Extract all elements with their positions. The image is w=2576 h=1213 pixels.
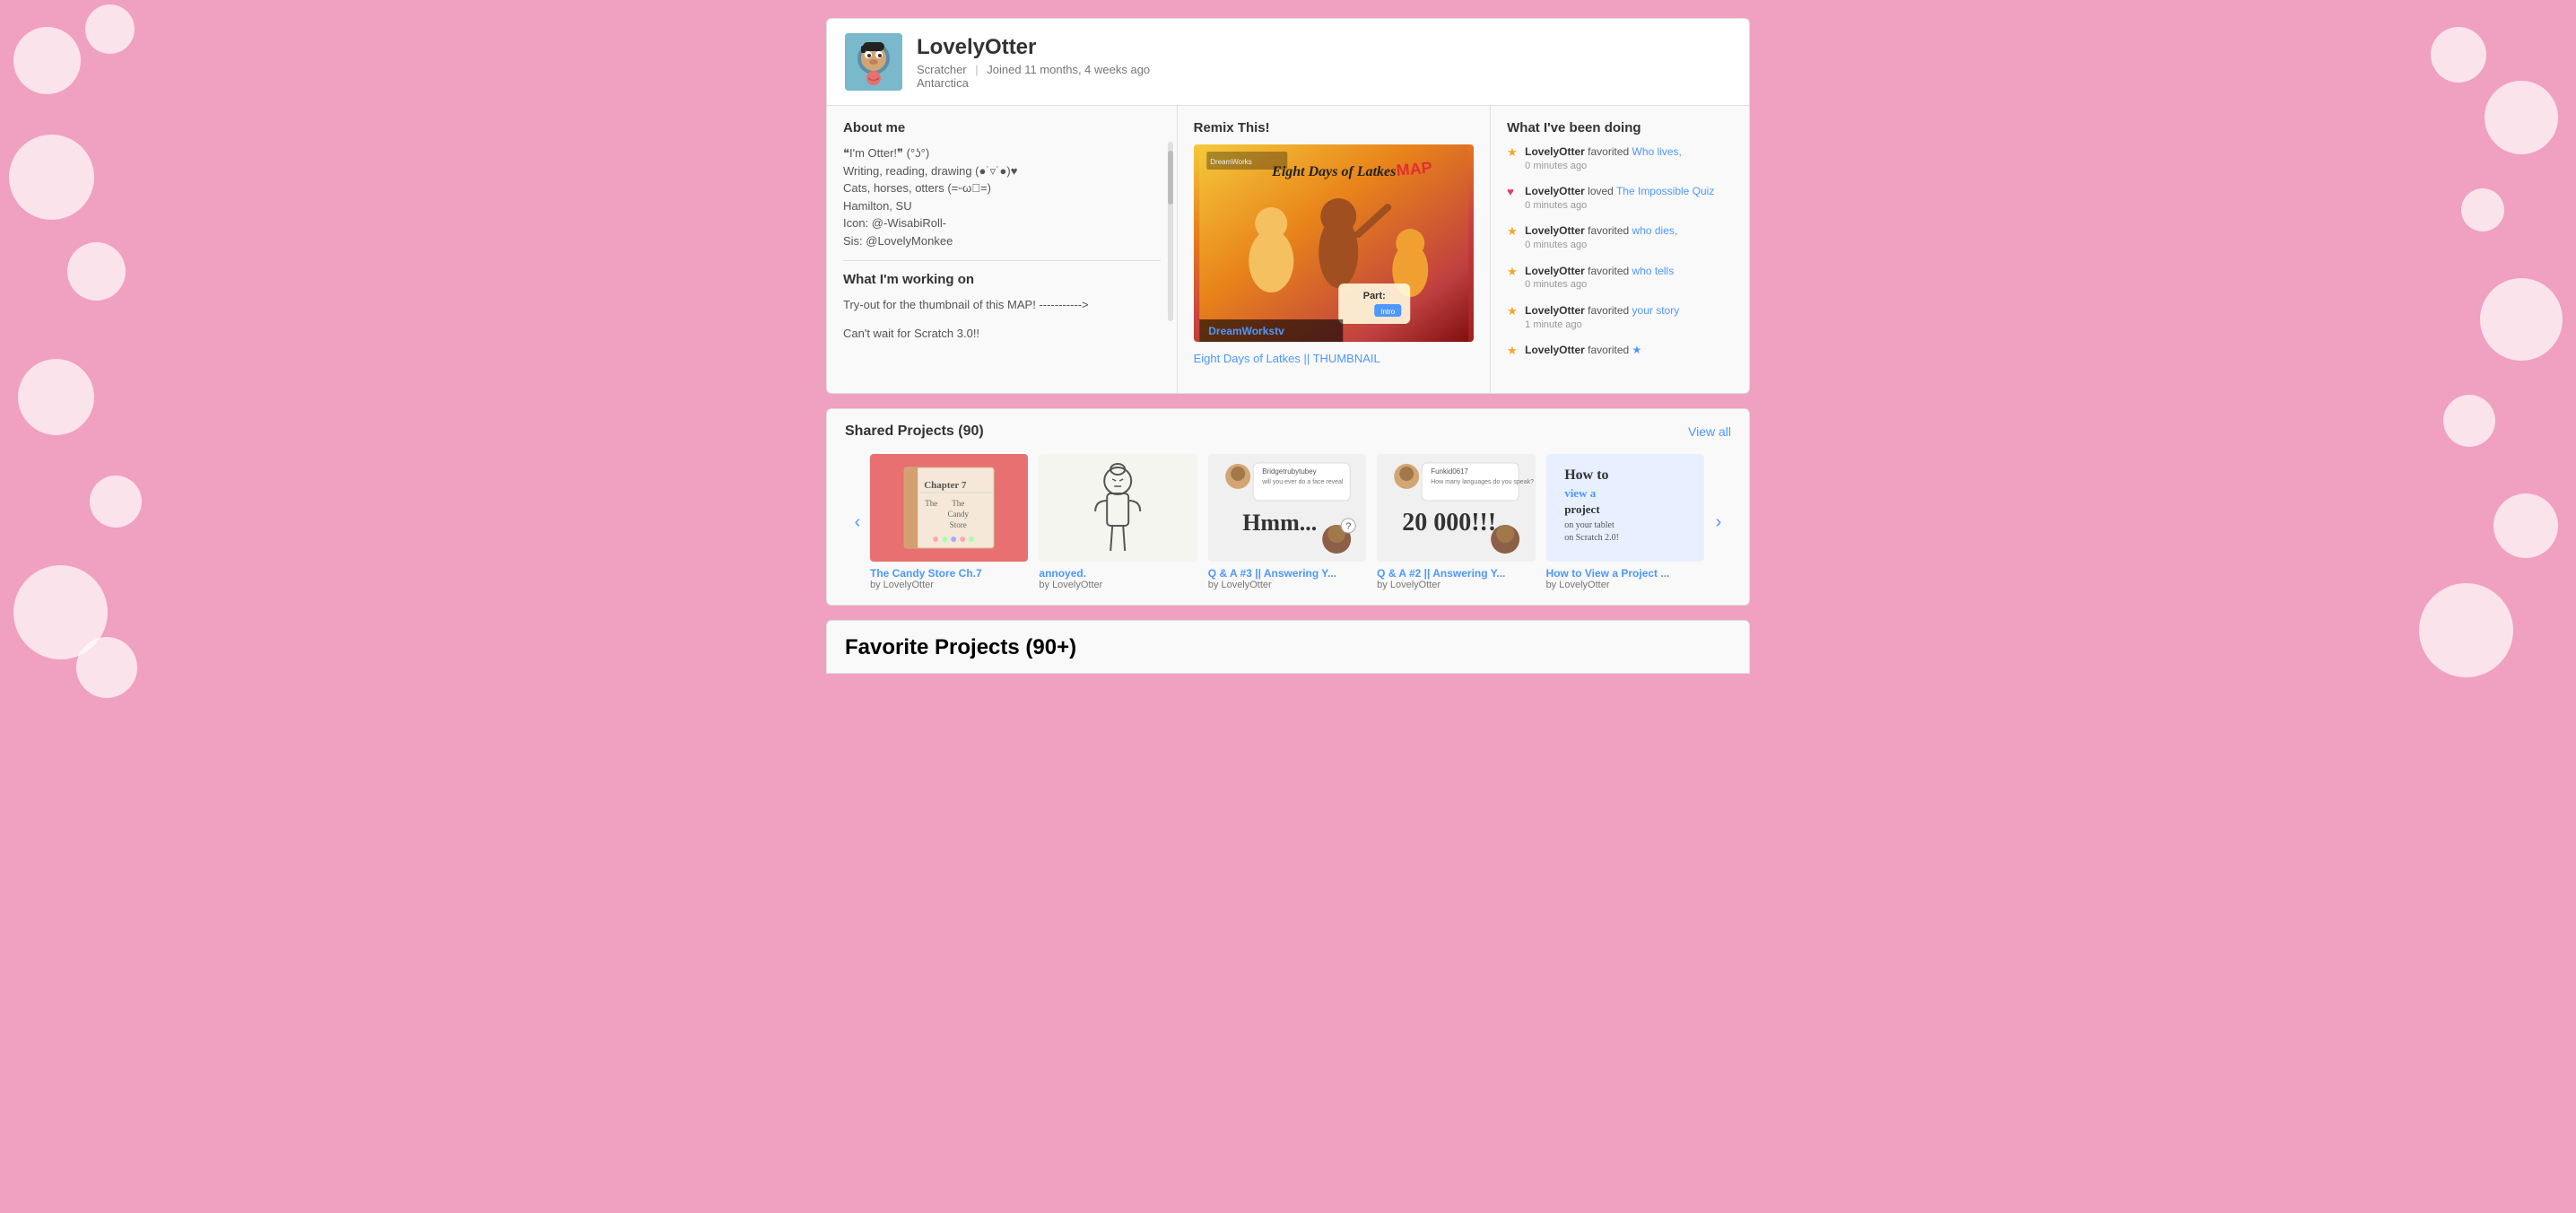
working-text: Try-out for the thumbnail of this MAP! -… (843, 296, 1161, 342)
remix-project-link[interactable]: Eight Days of Latkes || THUMBNAIL (1194, 352, 1380, 365)
username: LovelyOtter (917, 35, 1150, 60)
svg-text:Funkid0617: Funkid0617 (1431, 467, 1468, 476)
shared-projects-section: Shared Projects (90) View all ‹ (826, 408, 1750, 606)
remix-thumbnail[interactable]: Eight Days of Latkes MAP DreamWorks (1194, 144, 1475, 342)
bottom-section: Favorite Projects (90+) (826, 620, 1750, 674)
project-card: Chapter 7 The The Candy Store (870, 454, 1028, 590)
project-title[interactable]: annoyed. (1039, 567, 1197, 580)
role: Scratcher (917, 63, 967, 76)
svg-text:Eight Days of Latkes: Eight Days of Latkes (1271, 164, 1396, 179)
svg-text:The: The (952, 499, 964, 508)
activity-item: ★ LovelyOtter favorited who tells 0 minu… (1507, 264, 1733, 292)
star-icon: ★ (1507, 224, 1519, 237)
remix-column: Remix This! (1178, 106, 1492, 393)
project-author: by LovelyOtter (1208, 580, 1366, 590)
svg-text:project: project (1564, 502, 1600, 516)
star-icon: ★ (1507, 304, 1519, 317)
svg-text:Hmm...: Hmm... (1242, 510, 1317, 536)
avatar (845, 33, 902, 91)
profile-header: LovelyOtter Scratcher | Joined 11 months… (827, 19, 1749, 106)
page-wrapper: LovelyOtter Scratcher | Joined 11 months… (817, 0, 1759, 692)
svg-text:DreamWorkstv: DreamWorkstv (1208, 325, 1284, 337)
activity-item: ★ LovelyOtter favorited who dies, 0 minu… (1507, 223, 1733, 252)
star-icon: ★ (1507, 344, 1519, 356)
svg-text:Chapter 7: Chapter 7 (924, 480, 967, 491)
activity-link[interactable]: The Impossible Quiz (1616, 185, 1714, 197)
svg-text:The: The (925, 499, 937, 508)
project-card: How to view a project on your tablet on … (1546, 454, 1704, 590)
projects-row: ‹ Chapter 7 The T (845, 454, 1731, 590)
project-title[interactable]: How to View a Project ... (1546, 567, 1704, 580)
scrollbar[interactable] (1168, 142, 1173, 321)
shared-projects-title: Shared Projects (90) (845, 423, 984, 440)
svg-text:DreamWorks: DreamWorks (1210, 158, 1252, 166)
activity-link[interactable]: ★ (1632, 344, 1642, 356)
prev-arrow[interactable]: ‹ (845, 510, 870, 535)
activity-title: What I've been doing (1507, 120, 1733, 135)
activity-link[interactable]: who tells (1632, 265, 1675, 277)
activity-item: ♥ LovelyOtter loved The Impossible Quiz … (1507, 184, 1733, 213)
activity-link[interactable]: Who lives, (1632, 145, 1682, 158)
project-author: by LovelyOtter (1039, 580, 1197, 590)
project-title[interactable]: Q & A #2 || Answering Y... (1377, 567, 1535, 580)
svg-text:Candy: Candy (947, 510, 969, 519)
project-author: by LovelyOtter (1546, 580, 1704, 590)
activity-item: ★ LovelyOtter favorited Who lives, 0 min… (1507, 144, 1733, 173)
location: Antarctica (917, 76, 969, 90)
heart-icon: ♥ (1507, 185, 1519, 197)
svg-text:MAP: MAP (1395, 159, 1432, 179)
project-author: by LovelyOtter (1377, 580, 1535, 590)
svg-text:on Scratch 2.0!: on Scratch 2.0! (1564, 533, 1619, 543)
activity-item: ★ LovelyOtter favorited your story 1 min… (1507, 303, 1733, 332)
project-title[interactable]: The Candy Store Ch.7 (870, 567, 1028, 580)
about-column: About me ❝I'm Otter!❞ (°ʖ°) Writing, rea… (827, 106, 1178, 393)
about-me-title: About me (843, 120, 1161, 135)
profile-body: About me ❝I'm Otter!❞ (°ʖ°) Writing, rea… (827, 106, 1749, 393)
project-card: annoyed. by LovelyOtter (1039, 454, 1197, 590)
svg-text:Store: Store (950, 520, 967, 529)
profile-card: LovelyOtter Scratcher | Joined 11 months… (826, 18, 1750, 394)
svg-text:How many languages do you spea: How many languages do you speak? (1431, 479, 1534, 485)
svg-text:20 000!!!: 20 000!!! (1402, 509, 1496, 537)
activity-link[interactable]: who dies, (1632, 224, 1678, 237)
svg-text:?: ? (1345, 521, 1351, 532)
project-thumbnail[interactable] (1039, 454, 1197, 562)
profile-meta: Scratcher | Joined 11 months, 4 weeks ag… (917, 63, 1150, 90)
project-thumbnail[interactable]: Funkid0617 How many languages do you spe… (1377, 454, 1535, 562)
svg-text:Intro: Intro (1380, 308, 1396, 316)
project-card: Bridgetrubytubey will you ever do a face… (1208, 454, 1366, 590)
project-author: by LovelyOtter (870, 580, 1028, 590)
activity-link[interactable]: your story (1632, 304, 1680, 317)
svg-text:will you ever do a face reveal: will you ever do a face reveal (1261, 479, 1344, 485)
project-thumbnail[interactable]: How to view a project on your tablet on … (1546, 454, 1704, 562)
svg-text:view a: view a (1564, 486, 1597, 500)
svg-text:How to: How to (1564, 467, 1608, 483)
project-card: Funkid0617 How many languages do you spe… (1377, 454, 1535, 590)
activity-column: What I've been doing ★ LovelyOtter favor… (1491, 106, 1749, 393)
view-all-link[interactable]: View all (1688, 424, 1731, 439)
scrollbar-thumb[interactable] (1168, 151, 1173, 205)
profile-info: LovelyOtter Scratcher | Joined 11 months… (917, 35, 1150, 90)
project-thumbnail[interactable]: Bridgetrubytubey will you ever do a face… (1208, 454, 1366, 562)
about-me-text: ❝I'm Otter!❞ (°ʖ°) Writing, reading, dra… (843, 144, 1161, 249)
svg-text:Bridgetrubytubey: Bridgetrubytubey (1262, 467, 1316, 476)
star-icon: ★ (1507, 145, 1519, 158)
remix-title: Remix This! (1194, 120, 1475, 135)
joined-text: Joined 11 months, 4 weeks ago (987, 63, 1150, 76)
divider (843, 260, 1161, 261)
activity-item: ★ LovelyOtter favorited ★ (1507, 343, 1733, 358)
svg-text:Part:: Part: (1362, 291, 1385, 301)
project-thumbnail[interactable]: Chapter 7 The The Candy Store (870, 454, 1028, 562)
next-arrow[interactable]: › (1706, 510, 1731, 535)
svg-text:on your tablet: on your tablet (1564, 520, 1614, 530)
bottom-section-title: Favorite Projects (90+) (845, 635, 1731, 660)
section-header: Shared Projects (90) View all (845, 423, 1731, 440)
star-icon: ★ (1507, 265, 1519, 277)
working-title: What I'm working on (843, 272, 1161, 287)
projects-grid: Chapter 7 The The Candy Store (870, 454, 1706, 590)
project-title[interactable]: Q & A #3 || Answering Y... (1208, 567, 1366, 580)
